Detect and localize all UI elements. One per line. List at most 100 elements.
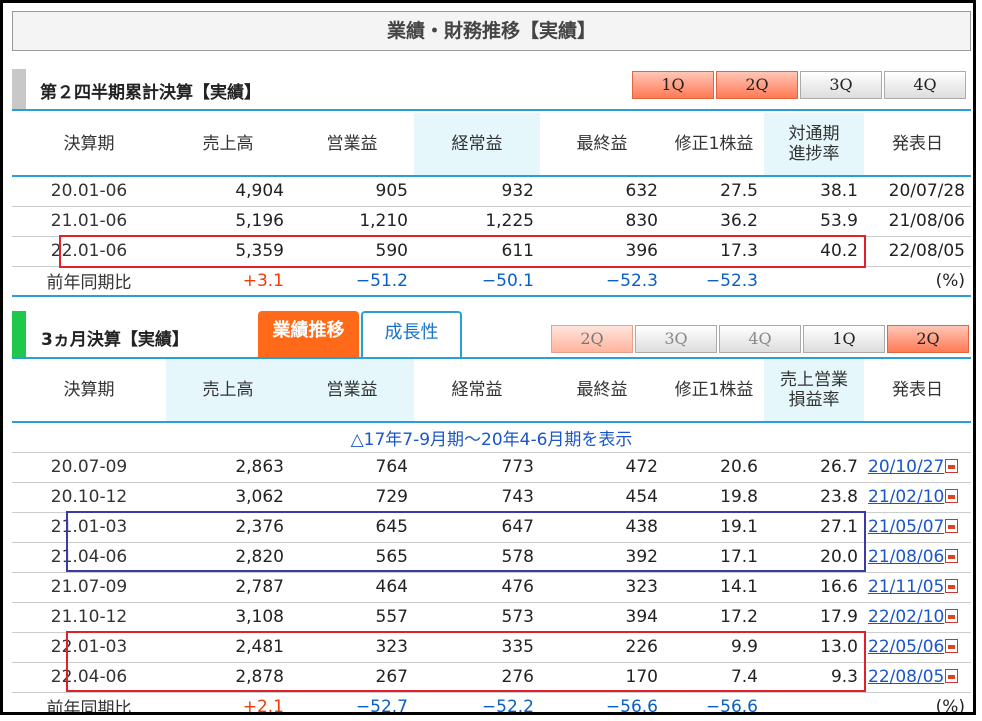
- column-header: 決算期: [63, 380, 115, 400]
- sales-cell: 2,878: [166, 662, 290, 693]
- yoy-net-profit: −56.6: [540, 692, 664, 712]
- announce-date-link[interactable]: 22/08/05: [864, 662, 971, 693]
- pdf-icon[interactable]: [945, 459, 959, 473]
- margin-cell: 16.6: [764, 572, 864, 603]
- table-row: 22.01-06 5,359 590 611 396 17.3 40.2 22/…: [12, 236, 971, 267]
- column-header: 売上営業 損益率: [764, 359, 864, 422]
- pdf-icon[interactable]: [945, 519, 959, 533]
- cumulative-q1-button[interactable]: 1Q: [632, 71, 714, 99]
- period-cell: 22.04-06: [12, 662, 166, 693]
- margin-cell: 20.0: [764, 542, 864, 573]
- column-header: 対通期 進捗率: [764, 113, 864, 176]
- operating-profit-cell: 323: [290, 632, 414, 663]
- announce-date-link[interactable]: 22/02/10: [864, 602, 971, 633]
- section-marker: [12, 311, 26, 359]
- ordinary-profit-cell: 773: [414, 452, 540, 483]
- margin-cell: 26.7: [764, 452, 864, 483]
- announce-date-text[interactable]: 22/05/06: [868, 637, 944, 657]
- announce-date-text[interactable]: 21/08/06: [868, 547, 944, 567]
- eps-cell: 19.1: [664, 512, 764, 543]
- show-more-row: △17年7-9月期～20年4-6月期を表示: [12, 422, 971, 453]
- sales-cell: 2,481: [166, 632, 290, 663]
- period-cell: 20.10-12: [12, 482, 166, 513]
- eps-cell: 7.4: [664, 662, 764, 693]
- announce-date-text[interactable]: 21/11/05: [868, 577, 944, 597]
- quarterly-q1-button[interactable]: 1Q: [803, 325, 885, 353]
- net-profit-cell: 472: [540, 452, 664, 483]
- table-row: 21.01-06 5,196 1,210 1,225 830 36.2 53.9…: [12, 206, 971, 237]
- yoy-label: 前年同期比: [12, 266, 166, 297]
- cumulative-q2-button[interactable]: 2Q: [716, 71, 798, 99]
- column-header: 売上高: [166, 359, 290, 422]
- period-cell: 20.01-06: [12, 176, 166, 207]
- margin-cell: 27.1: [764, 512, 864, 543]
- quarterly-q4-button[interactable]: 4Q: [719, 325, 801, 353]
- announce-date-link[interactable]: 21/05/07: [864, 512, 971, 543]
- operating-profit-cell: 557: [290, 602, 414, 633]
- tab-growth[interactable]: 成長性: [361, 311, 462, 357]
- ordinary-profit-cell: 276: [414, 662, 540, 693]
- show-more-link[interactable]: △17年7-9月期～20年4-6月期を表示: [12, 422, 971, 453]
- announce-date-link[interactable]: 21/02/10: [864, 482, 971, 513]
- ordinary-profit-cell: 743: [414, 482, 540, 513]
- quarterly-q2-button[interactable]: 2Q: [887, 325, 969, 353]
- column-header: 発表日: [892, 380, 943, 400]
- net-profit-cell: 323: [540, 572, 664, 603]
- announce-date-text[interactable]: 21/02/10: [868, 487, 944, 507]
- table-header-row: 決算期 売上高 営業益 経常益 最終益 修正1株益 対通期 進捗率 発表日: [12, 113, 971, 176]
- progress-rate-cell: 40.2: [764, 236, 864, 267]
- operating-profit-cell: 729: [290, 482, 414, 513]
- announce-date-link[interactable]: 21/08/06: [864, 542, 971, 573]
- section-marker: [12, 69, 26, 109]
- table-row: 20.07-09 2,863 764 773 472 20.6 26.7 20/10/27: [12, 452, 971, 483]
- ordinary-profit-cell: 573: [414, 602, 540, 633]
- column-header: 最終益: [576, 134, 628, 154]
- pdf-icon[interactable]: [945, 669, 959, 683]
- sales-cell: 5,359: [166, 236, 290, 267]
- eps-cell: 19.8: [664, 482, 764, 513]
- quarterly-q2-prev-button[interactable]: 2Q: [551, 325, 633, 353]
- yoy-sales: +2.1: [166, 692, 290, 712]
- column-header: 発表日: [892, 134, 943, 154]
- column-header: 決算期: [63, 134, 115, 154]
- operating-profit-cell: 764: [290, 452, 414, 483]
- eps-cell: 17.3: [664, 236, 764, 267]
- yoy-sales: +3.1: [166, 266, 290, 297]
- eps-cell: 17.1: [664, 542, 764, 573]
- column-header: 修正1株益: [674, 134, 754, 154]
- net-profit-cell: 632: [540, 176, 664, 207]
- period-cell: 20.07-09: [12, 452, 166, 483]
- tab-performance[interactable]: 業績推移: [258, 311, 359, 357]
- announce-date-cell: 22/08/05: [864, 236, 971, 267]
- column-header: 最終益: [576, 380, 628, 400]
- quarterly-quarter-buttons: 2Q 3Q 4Q 1Q 2Q: [551, 325, 969, 353]
- quarterly-table: 決算期 売上高 営業益 経常益 最終益 修正1株益 売上営業 損益率 発表日 △…: [12, 359, 971, 712]
- operating-profit-cell: 565: [290, 542, 414, 573]
- yoy-row: 前年同期比 +2.1 −52.7 −52.2 −56.6 −56.6 (%): [12, 692, 971, 712]
- eps-cell: 27.5: [664, 176, 764, 207]
- operating-profit-cell: 590: [290, 236, 414, 267]
- period-cell: 21.04-06: [12, 542, 166, 573]
- ordinary-profit-cell: 476: [414, 572, 540, 603]
- cumulative-q3-button[interactable]: 3Q: [800, 71, 882, 99]
- pdf-icon[interactable]: [945, 549, 959, 563]
- announce-date-link[interactable]: 20/10/27: [864, 452, 971, 483]
- announce-date-text[interactable]: 20/10/27: [868, 457, 944, 477]
- table-row: 21.04-06 2,820 565 578 392 17.1 20.0 21/08/06: [12, 542, 971, 573]
- yoy-operating-profit: −51.2: [290, 266, 414, 297]
- sales-cell: 2,820: [166, 542, 290, 573]
- announce-date-text[interactable]: 22/08/05: [868, 667, 944, 687]
- announce-date-text[interactable]: 21/05/07: [868, 517, 944, 537]
- announce-date-link[interactable]: 22/05/06: [864, 632, 971, 663]
- quarterly-q3-button[interactable]: 3Q: [635, 325, 717, 353]
- pdf-icon[interactable]: [945, 609, 959, 623]
- table-row: 22.01-03 2,481 323 335 226 9.9 13.0 22/05/06: [12, 632, 971, 663]
- pdf-icon[interactable]: [945, 489, 959, 503]
- cumulative-q4-button[interactable]: 4Q: [884, 71, 966, 99]
- pdf-icon[interactable]: [945, 579, 959, 593]
- announce-date-link[interactable]: 21/11/05: [864, 572, 971, 603]
- eps-cell: 36.2: [664, 206, 764, 237]
- announce-date-text[interactable]: 22/02/10: [868, 607, 944, 627]
- page-title: 業績・財務推移【実績】: [12, 11, 971, 51]
- pdf-icon[interactable]: [945, 639, 959, 653]
